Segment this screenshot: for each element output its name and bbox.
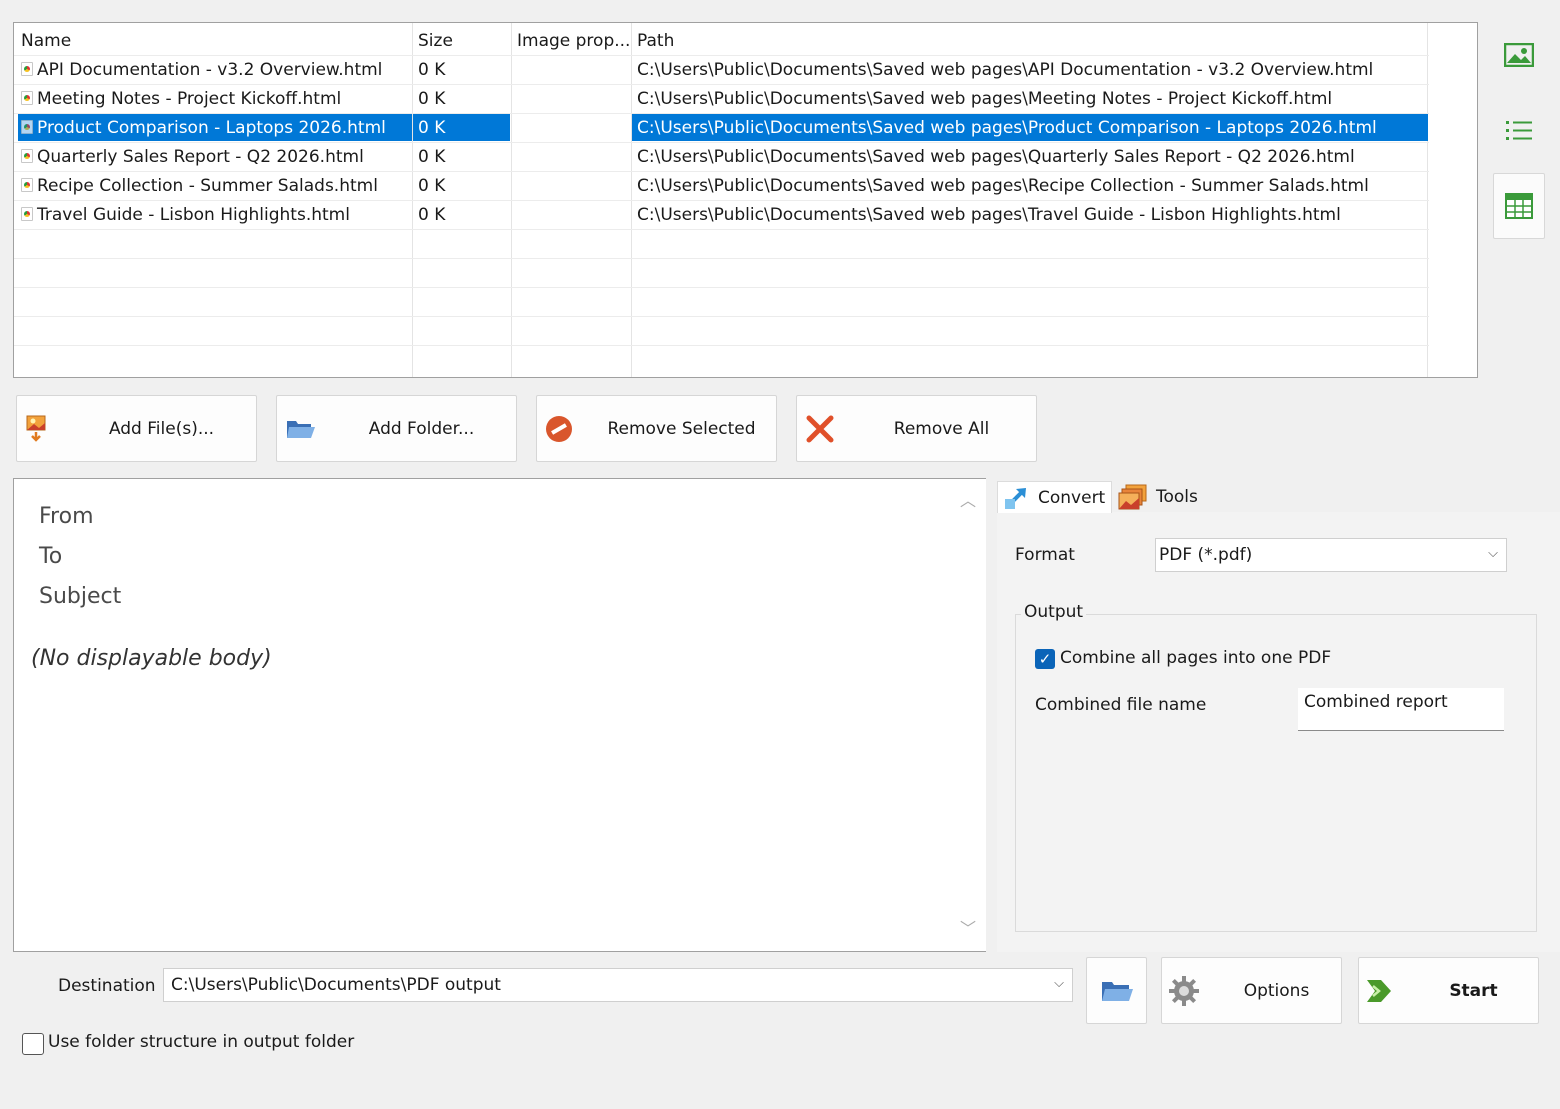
preview-body: (No displayable body)	[31, 646, 272, 671]
tab-convert-label: Convert	[1038, 487, 1106, 508]
remove-selected-button[interactable]: Remove Selected	[536, 395, 777, 462]
tools-icon	[1118, 484, 1147, 509]
image-view-button[interactable]	[1493, 22, 1545, 88]
destination-value: C:\Users\Public\Documents\PDF output	[171, 975, 501, 995]
preview-from-label: From	[39, 504, 94, 529]
close-icon	[806, 415, 834, 443]
folder-icon	[287, 421, 315, 438]
file-size-cell: 0 K	[418, 176, 446, 196]
column-header-size[interactable]: Size	[418, 31, 453, 51]
destination-label: Destination	[58, 976, 156, 996]
list-view-button[interactable]	[1493, 98, 1545, 164]
remove-icon	[546, 416, 572, 442]
scroll-down-icon[interactable]: ﹀	[960, 915, 976, 939]
browse-destination-button[interactable]	[1086, 957, 1147, 1024]
add-files-label: Add File(s)...	[108, 418, 215, 439]
html-file-icon	[21, 178, 33, 192]
file-path-cell: C:\Users\Public\Documents\Saved web page…	[637, 89, 1333, 109]
options-button[interactable]: Options	[1161, 957, 1342, 1024]
remove-all-label: Remove All	[893, 418, 990, 439]
scroll-up-icon[interactable]: ︿	[960, 487, 976, 511]
chevron-down-icon: ⌵	[1054, 976, 1064, 991]
options-label: Options	[1243, 980, 1310, 1001]
convert-icon	[1005, 487, 1026, 509]
add-file-icon	[26, 415, 46, 442]
combined-file-name-label: Combined file name	[1035, 695, 1207, 715]
start-button[interactable]: Start	[1358, 957, 1539, 1024]
html-file-icon	[21, 62, 33, 76]
file-size-cell: 0 K	[418, 118, 446, 138]
tab-tools-label: Tools	[1156, 486, 1198, 507]
chevron-down-icon: ⌵	[1488, 546, 1498, 561]
format-label: Format	[1015, 545, 1075, 565]
column-header-image-properties[interactable]: Image prop...	[517, 31, 630, 51]
file-path-cell: C:\Users\Public\Documents\Saved web page…	[637, 176, 1369, 196]
file-size-cell: 0 K	[418, 205, 446, 225]
preview-to-label: To	[39, 544, 63, 569]
message-preview[interactable]: From To Subject (No displayable body) ︿ …	[13, 478, 986, 952]
column-header-name[interactable]: Name	[21, 31, 71, 51]
output-group-label: Output	[1021, 602, 1087, 622]
html-file-icon	[21, 120, 33, 134]
tab-convert[interactable]: Convert	[997, 481, 1113, 513]
file-path-cell: C:\Users\Public\Documents\Saved web page…	[637, 118, 1377, 138]
file-path-cell: C:\Users\Public\Documents\Saved web page…	[637, 147, 1355, 167]
remove-all-button[interactable]: Remove All	[796, 395, 1037, 462]
html-file-icon	[21, 207, 33, 221]
remove-selected-label: Remove Selected	[607, 418, 756, 439]
file-name-cell: Recipe Collection - Summer Salads.html	[37, 176, 378, 196]
preview-subject-label: Subject	[39, 584, 122, 609]
gear-icon	[1169, 976, 1199, 1006]
table-view-button[interactable]	[1493, 173, 1545, 239]
html-file-icon	[21, 149, 33, 163]
list-view-icon	[1506, 121, 1532, 140]
start-arrow-icon	[1367, 980, 1391, 1002]
html-file-icon	[21, 91, 33, 105]
folder-icon	[1102, 982, 1133, 1001]
combined-file-name-input[interactable]	[1298, 688, 1504, 731]
table-view-icon	[1505, 193, 1533, 219]
destination-select[interactable]: C:\Users\Public\Documents\PDF output ⌵	[163, 968, 1073, 1002]
tab-tools[interactable]: Tools	[1112, 481, 1204, 512]
start-label: Start	[1449, 980, 1498, 1001]
combine-pages-checkbox[interactable]: ✓	[1035, 649, 1055, 669]
file-size-cell: 0 K	[418, 60, 446, 80]
add-folder-button[interactable]: Add Folder...	[276, 395, 517, 462]
file-list[interactable]: Name Size Image prop... Path API Documen…	[13, 22, 1478, 378]
add-files-button[interactable]: Add File(s)...	[16, 395, 257, 462]
combine-pages-label[interactable]: Combine all pages into one PDF	[1060, 648, 1331, 668]
file-size-cell: 0 K	[418, 89, 446, 109]
format-select-value: PDF (*.pdf)	[1159, 545, 1253, 565]
file-name-cell: API Documentation - v3.2 Overview.html	[37, 60, 383, 80]
file-path-cell: C:\Users\Public\Documents\Saved web page…	[637, 205, 1341, 225]
file-name-cell: Travel Guide - Lisbon Highlights.html	[37, 205, 350, 225]
file-name-cell: Meeting Notes - Project Kickoff.html	[37, 89, 342, 109]
file-name-cell: Product Comparison - Laptops 2026.html	[37, 118, 386, 138]
add-folder-label: Add Folder...	[368, 418, 475, 439]
format-select[interactable]: PDF (*.pdf) ⌵	[1155, 538, 1507, 572]
folder-structure-checkbox[interactable]	[22, 1033, 44, 1055]
file-size-cell: 0 K	[418, 147, 446, 167]
file-name-cell: Quarterly Sales Report - Q2 2026.html	[37, 147, 364, 167]
column-header-path[interactable]: Path	[637, 31, 674, 51]
file-path-cell: C:\Users\Public\Documents\Saved web page…	[637, 60, 1374, 80]
image-view-icon	[1504, 43, 1534, 67]
folder-structure-label[interactable]: Use folder structure in output folder	[48, 1032, 354, 1052]
